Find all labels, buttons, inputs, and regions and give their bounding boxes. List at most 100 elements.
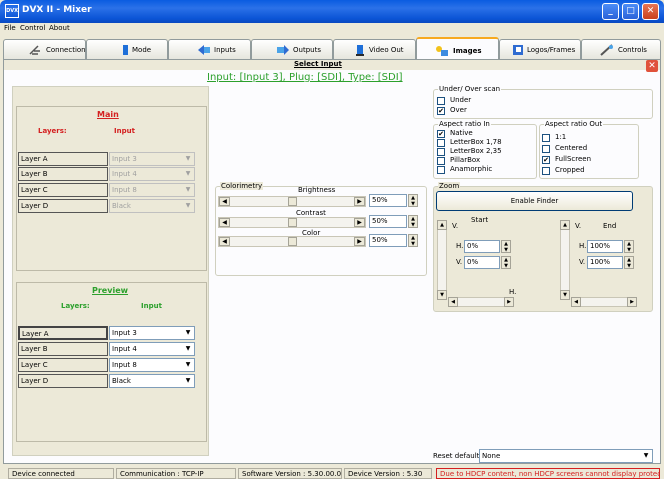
tab-logos-frames[interactable]: Logos/Frames (499, 39, 581, 59)
preview-layer-a-select[interactable]: Input 3 ▼ (109, 326, 195, 340)
color-slider[interactable]: ◀ ▶ (218, 236, 366, 247)
mode-icon (123, 45, 128, 55)
anamorphic-checkbox[interactable] (437, 166, 445, 174)
start-v-input[interactable]: 0% (464, 256, 500, 269)
status-hdcp-warning: Due to HDCP content, non HDCP screens ca… (436, 468, 660, 479)
letterbox-235-checkbox[interactable] (437, 148, 445, 156)
cropped-checkbox[interactable] (542, 167, 550, 175)
aspect-out-title: Aspect ratio Out (544, 120, 604, 128)
preview-layer-d[interactable]: Layer D (18, 374, 108, 388)
scroll-down-icon: ▼ (560, 290, 570, 300)
tab-outputs[interactable]: Outputs (251, 39, 333, 59)
letterbox-178-checkbox[interactable] (437, 139, 445, 147)
start-label: Start (471, 216, 489, 224)
end-h-input[interactable]: 100% (587, 240, 623, 253)
start-vertical-scrollbar[interactable]: ▲ ▼ (437, 220, 447, 300)
preview-title: Preview (92, 286, 129, 295)
brightness-slider[interactable]: ◀ ▶ (218, 196, 366, 207)
slider-right-icon: ▶ (354, 218, 365, 227)
end-v-label: V. (575, 222, 582, 230)
minimize-button[interactable]: _ (602, 3, 619, 20)
start-h-input[interactable]: 0% (464, 240, 500, 253)
over-label: Over (450, 106, 467, 114)
scroll-up-icon: ▲ (560, 220, 570, 230)
controls-icon (600, 44, 613, 56)
end-v-input[interactable]: 100% (587, 256, 623, 269)
reset-default-select[interactable]: None ▼ (479, 449, 653, 463)
enable-finder-button[interactable]: Enable Finder (436, 191, 633, 211)
menu-file[interactable]: File (4, 24, 16, 32)
end-v-spinner[interactable]: ▲ ▼ (624, 256, 634, 269)
window-title: DVX II - Mixer (22, 5, 92, 15)
over-checkbox[interactable]: ✔ (437, 107, 445, 115)
main-layer-b: Layer B (18, 167, 108, 181)
centered-label: Centered (555, 144, 588, 152)
tab-controls[interactable]: Controls (581, 39, 661, 59)
menu-control[interactable]: Control (20, 24, 45, 32)
tab-inputs[interactable]: Inputs (168, 39, 251, 59)
centered-checkbox[interactable] (542, 145, 550, 153)
native-checkbox[interactable]: ✔ (437, 130, 445, 138)
tab-mode[interactable]: Mode (86, 39, 168, 59)
start-v-spinner[interactable]: ▲ ▼ (501, 256, 511, 269)
preview-layer-b[interactable]: Layer B (18, 342, 108, 356)
aspect-out-group: Aspect ratio Out (539, 120, 639, 179)
chevron-down-icon: ▼ (185, 329, 191, 336)
contrast-input[interactable]: 50% (369, 215, 407, 228)
slider-thumb[interactable] (288, 218, 297, 227)
slider-left-icon: ◀ (219, 237, 230, 246)
pillarbox-checkbox[interactable] (437, 157, 445, 165)
preview-layer-a[interactable]: Layer A (18, 326, 108, 340)
main-layer-c-select: Input 8 ▼ (109, 183, 195, 197)
video-out-icon (356, 45, 364, 56)
contrast-slider[interactable]: ◀ ▶ (218, 217, 366, 228)
scroll-left-icon: ◀ (571, 297, 581, 307)
aspect-in-title: Aspect ratio In (438, 120, 491, 128)
color-spinner[interactable]: ▲ ▼ (408, 234, 418, 247)
start-horizontal-scrollbar[interactable]: ◀ ▶ (448, 297, 514, 307)
end-vertical-scrollbar[interactable]: ▲ ▼ (560, 220, 570, 300)
close-window-button[interactable]: ✕ (642, 3, 659, 20)
start-h-field-label: H. (456, 242, 464, 250)
scroll-down-icon: ▼ (437, 290, 447, 300)
main-layer-b-select: Input 4 ▼ (109, 167, 195, 181)
ratio-1-1-label: 1:1 (555, 133, 567, 141)
app-icon: DVX (5, 4, 19, 18)
scroll-right-icon: ▶ (627, 297, 637, 307)
slider-thumb[interactable] (288, 197, 297, 206)
ratio-1-1-checkbox[interactable] (542, 134, 550, 142)
select-input-title: Select Input (294, 60, 342, 68)
close-panel-button[interactable]: ✕ (646, 60, 658, 72)
preview-layer-d-select[interactable]: Black ▼ (109, 374, 195, 388)
preview-layer-c-select[interactable]: Input 8 ▼ (109, 358, 195, 372)
contrast-spinner[interactable]: ▲ ▼ (408, 215, 418, 228)
inputs-icon (198, 45, 210, 55)
brightness-label: Brightness (298, 186, 336, 194)
menu-about[interactable]: About (49, 24, 70, 32)
color-input[interactable]: 50% (369, 234, 407, 247)
scroll-left-icon: ◀ (448, 297, 458, 307)
start-h-spinner[interactable]: ▲ ▼ (501, 240, 511, 253)
under-checkbox[interactable] (437, 97, 445, 105)
preview-layer-b-select[interactable]: Input 4 ▼ (109, 342, 195, 356)
connection-icon (29, 45, 40, 55)
start-v-label: V. (452, 222, 459, 230)
start-v-field-label: V. (456, 258, 463, 266)
end-h-spinner[interactable]: ▲ ▼ (624, 240, 634, 253)
end-v-field-label: V. (579, 258, 586, 266)
brightness-input[interactable]: 50% (369, 194, 407, 207)
tab-images[interactable]: Images (416, 37, 499, 59)
images-icon (436, 46, 448, 56)
preview-input-header: Input (141, 302, 162, 310)
tab-video-out[interactable]: Video Out (333, 39, 416, 59)
end-horizontal-scrollbar[interactable]: ◀ ▶ (571, 297, 637, 307)
tab-connection[interactable]: Connection (3, 39, 86, 59)
brightness-spinner[interactable]: ▲ ▼ (408, 194, 418, 207)
fullscreen-checkbox[interactable]: ✔ (542, 156, 550, 164)
slider-thumb[interactable] (288, 237, 297, 246)
chevron-down-icon: ▼ (643, 452, 649, 459)
maximize-button[interactable]: □ (622, 3, 639, 20)
main-layer-a: Layer A (18, 152, 108, 166)
preview-layer-c[interactable]: Layer C (18, 358, 108, 372)
slider-right-icon: ▶ (354, 197, 365, 206)
